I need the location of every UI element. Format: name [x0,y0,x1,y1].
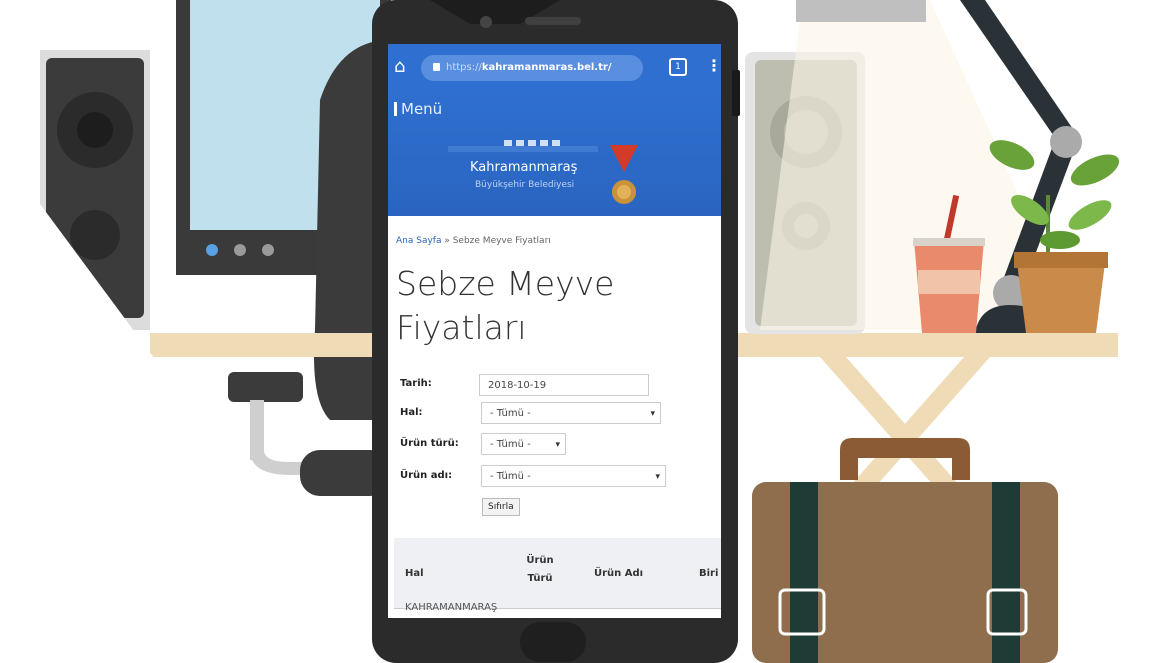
product-name-label: Ürün adı: [400,470,453,481]
tab-switcher-button[interactable]: 1 [669,58,687,76]
page-title: Sebze Meyve Fiyatları [396,264,615,347]
menu-icon [394,102,397,116]
col-product-name[interactable]: Ürün Adı [594,568,643,579]
date-label: Tarih: [400,378,432,389]
date-input[interactable]: 2018-10-19 [479,374,649,396]
menu-button[interactable]: Menü [394,100,442,118]
browser-menu-icon[interactable]: ⋮ [706,56,721,75]
lock-icon [433,63,440,71]
col-hal[interactable]: Hal [405,568,424,579]
org-subtitle: Büyükşehir Belediyesi [475,180,575,190]
reset-button[interactable]: Sıfırla [482,498,520,516]
lamp-shade-icon [796,0,926,22]
menu-label: Menü [401,100,443,118]
briefcase-icon [752,438,1058,663]
org-name: Kahramanmaraş [470,160,578,175]
breadcrumb: Ana Sayfa » Sebze Meyve Fiyatları [396,236,551,246]
product-name-select[interactable]: - Tümü - [481,465,666,488]
col-product-type[interactable]: Ürün Türü [522,552,558,588]
hal-select[interactable]: - Tümü - [481,402,661,425]
breadcrumb-home[interactable]: Ana Sayfa [396,236,441,246]
table-row-hal: KAHRAMANMARAŞ [405,602,498,613]
page-content: Ana Sayfa » Sebze Meyve Fiyatları Sebze … [388,216,721,618]
url-host: kahramanmaras.bel.tr/ [481,62,612,73]
site-header: Menü Kahramanmaraş Büyükşehir Belediyesi [388,92,721,216]
product-type-label: Ürün türü: [400,438,459,449]
medal-ribbon-icon [610,145,638,172]
hal-label: Hal: [400,407,423,418]
browser-toolbar: ⌂ https://kahramanmaras.bel.tr/ 1 ⋮ [388,44,721,92]
url-bar[interactable]: https://kahramanmaras.bel.tr/ [421,55,643,81]
url-protocol: https:// [446,62,482,73]
prices-table-header: Hal Ürün Türü Ürün Adı Biri [394,538,721,608]
product-type-select[interactable]: - Tümü - [481,433,566,456]
breadcrumb-separator: » [441,236,453,246]
phone-screen: ⌂ https://kahramanmaras.bel.tr/ 1 ⋮ Menü… [388,44,721,618]
col-unit[interactable]: Biri [699,568,718,579]
breadcrumb-current: Sebze Meyve Fiyatları [452,236,551,246]
home-icon[interactable]: ⌂ [394,56,405,78]
